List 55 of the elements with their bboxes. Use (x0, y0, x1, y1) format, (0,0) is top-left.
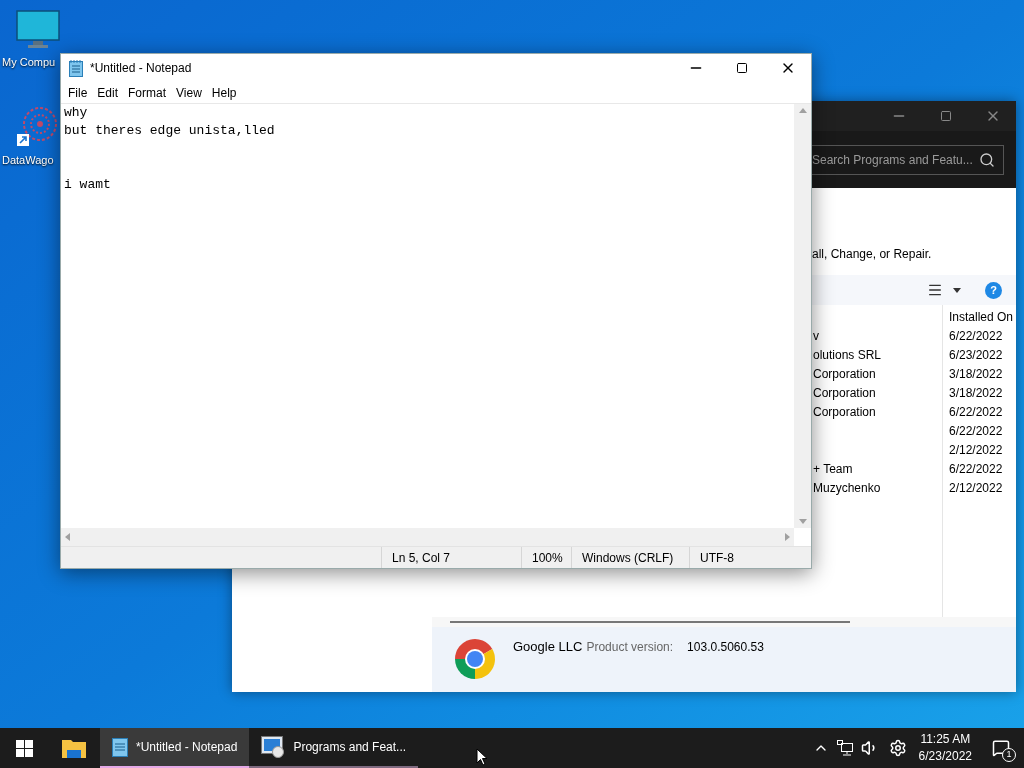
table-cell-text: 6/23/2022 (949, 346, 1003, 364)
status-text: UTF-8 (700, 549, 734, 567)
status-text: Ln 5, Col 7 (392, 549, 451, 567)
notepad-icon (69, 59, 83, 77)
field-value: 103.0.5060.53 (687, 639, 764, 656)
table-cell-text: 6/22/2022 (949, 403, 1003, 421)
icon-label: My Compu (2, 55, 56, 70)
table-cell-text: Muzychenko (813, 479, 881, 497)
programs-icon (261, 736, 286, 758)
windows-logo-icon (15, 739, 33, 757)
table-cell-text: 3/18/2022 (949, 384, 1003, 402)
table-cell-text: 6/22/2022 (949, 460, 1003, 478)
network-graph-icon (16, 104, 60, 148)
status-text: Windows (CRLF) (582, 549, 674, 567)
notepad-icon (112, 737, 128, 757)
table-cell-text: olutions SRL (813, 346, 882, 364)
table-cell-text: 6/22/2022 (949, 327, 1003, 345)
monitor-icon (16, 10, 60, 50)
window-title: *Untitled - Notepad (90, 60, 193, 77)
text-editor[interactable]: why but theres edge unista,lled i wamt (61, 104, 794, 528)
menu-item[interactable]: File (63, 83, 93, 102)
notification-button[interactable]: 1 (986, 728, 1016, 768)
menu-item[interactable]: Help (206, 83, 242, 102)
mouse-cursor-icon (476, 748, 489, 766)
table-cell-text: 6/22/2022 (949, 422, 1003, 440)
settings-icon[interactable] (888, 739, 907, 757)
publisher-name: Google LLC (513, 638, 583, 656)
taskbar-button[interactable]: Programs and Feat... (249, 728, 419, 768)
table-cell-text: + Team (813, 460, 853, 478)
table-cell-text: 2/12/2022 (949, 441, 1003, 459)
table-cell-text: 3/18/2022 (949, 365, 1003, 383)
folder-icon (62, 738, 86, 758)
menu-item[interactable]: View (171, 83, 207, 102)
table-cell-text: Corporation (813, 403, 876, 421)
notification-icon (992, 739, 1010, 757)
menu-item[interactable]: Edit (92, 83, 124, 102)
view-list-icon[interactable] (927, 282, 943, 298)
table-cell-text: Corporation (813, 365, 876, 383)
table-cell-text: Corporation (813, 384, 876, 402)
column-header[interactable]: Installed On (949, 307, 1014, 326)
table-cell-text: v (813, 327, 819, 345)
menu-item[interactable]: Format (123, 83, 172, 102)
maximize-icon[interactable] (736, 62, 748, 74)
status-text: 100% (532, 549, 563, 567)
field-label: Product version: (586, 639, 674, 656)
clock[interactable]: 11:25 AM 6/23/2022 (918, 731, 972, 765)
dropdown-icon[interactable] (953, 287, 961, 293)
instructions-text: all, Change, or Repair. (812, 247, 932, 261)
icon-label: DataWago (2, 153, 54, 168)
network-icon[interactable] (836, 740, 853, 756)
search-icon (979, 151, 995, 168)
help-icon[interactable]: ? (985, 281, 1002, 299)
notification-count: 1 (1002, 748, 1016, 762)
taskbar-button[interactable]: *Untitled - Notepad (100, 728, 250, 768)
table-cell-text: 2/12/2022 (949, 479, 1003, 497)
